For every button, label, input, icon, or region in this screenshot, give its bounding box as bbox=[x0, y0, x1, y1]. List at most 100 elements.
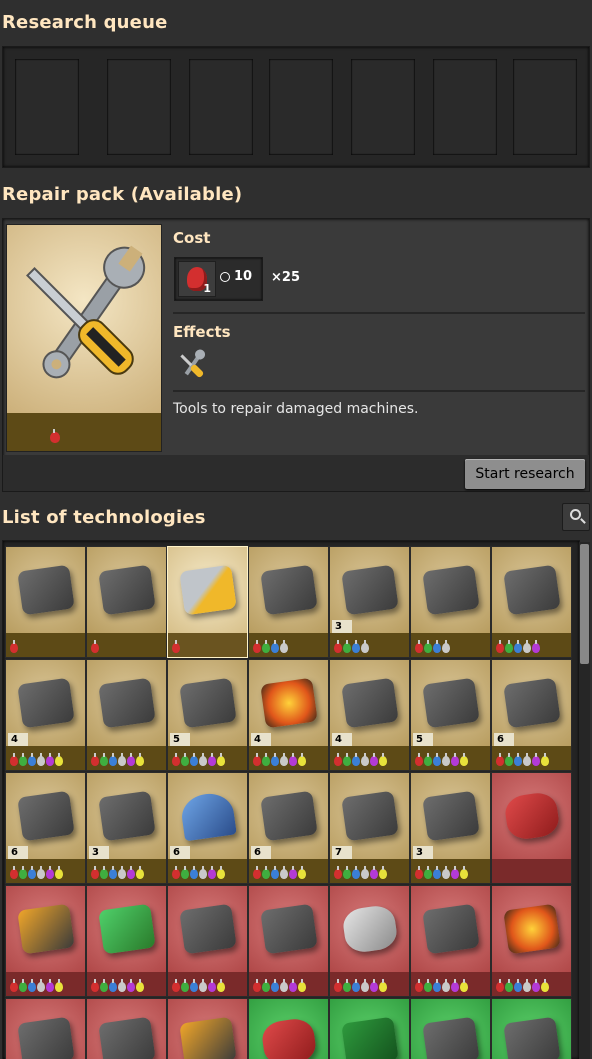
search-button[interactable] bbox=[562, 503, 590, 531]
tech-tile[interactable] bbox=[248, 546, 329, 658]
science-pack-icon bbox=[289, 979, 297, 992]
queue-slot[interactable] bbox=[351, 59, 415, 155]
tech-tile[interactable]: 5 bbox=[167, 659, 248, 771]
tech-tile[interactable]: 6 bbox=[491, 659, 572, 771]
repair-tools-icon bbox=[26, 245, 146, 379]
science-pack-icon bbox=[136, 866, 144, 879]
tech-level: 3 bbox=[332, 620, 352, 633]
tech-level: 6 bbox=[8, 846, 28, 859]
queue-slot[interactable] bbox=[433, 59, 497, 155]
tech-tile[interactable] bbox=[491, 546, 572, 658]
arm-icon bbox=[340, 790, 399, 842]
tech-tile[interactable] bbox=[491, 998, 572, 1059]
tech-cost-strip bbox=[6, 633, 85, 657]
tech-tile[interactable] bbox=[5, 885, 86, 997]
science-pack-icon bbox=[433, 979, 441, 992]
drone-icon bbox=[97, 790, 156, 842]
search-icon bbox=[570, 509, 581, 520]
science-pack-icon bbox=[19, 753, 27, 766]
tech-tile[interactable] bbox=[248, 885, 329, 997]
science-pack-icon bbox=[415, 640, 423, 653]
tech-tile[interactable] bbox=[329, 885, 410, 997]
tech-tile[interactable]: 4 bbox=[248, 659, 329, 771]
science-pack-icon bbox=[505, 640, 513, 653]
research-queue-title: Research queue bbox=[2, 12, 168, 33]
tech-cost-strip bbox=[330, 633, 409, 657]
tech-tile[interactable] bbox=[86, 885, 167, 997]
tech-tile[interactable]: 6 bbox=[167, 772, 248, 884]
tech-tile[interactable] bbox=[86, 998, 167, 1059]
repair-pack-effect-icon[interactable] bbox=[173, 349, 211, 383]
tech-tile[interactable] bbox=[86, 546, 167, 658]
science-pack-icon bbox=[352, 640, 360, 653]
tech-tile[interactable]: 4 bbox=[329, 659, 410, 771]
start-research-button[interactable]: Start research bbox=[465, 459, 585, 489]
tech-tile[interactable]: 4 bbox=[5, 659, 86, 771]
queue-slot[interactable] bbox=[107, 59, 171, 155]
tech-tile[interactable] bbox=[410, 885, 491, 997]
tech-tile[interactable]: 6 bbox=[248, 772, 329, 884]
tech-tile[interactable]: 3 bbox=[410, 772, 491, 884]
science-pack-icon bbox=[55, 753, 63, 766]
queue-slot[interactable] bbox=[189, 59, 253, 155]
science-pack-icon bbox=[19, 979, 27, 992]
dome-icon bbox=[178, 790, 237, 842]
tech-tile[interactable] bbox=[5, 998, 86, 1059]
cost-box: 1 10 bbox=[174, 257, 263, 301]
tech-tile[interactable] bbox=[167, 998, 248, 1059]
science-pack-icon bbox=[55, 979, 63, 992]
scrollbar-thumb[interactable] bbox=[580, 544, 589, 664]
tech-description: Tools to repair damaged machines. bbox=[173, 401, 419, 417]
tech-tile[interactable] bbox=[491, 885, 572, 997]
science-pack-icon bbox=[361, 640, 369, 653]
science-pack-icon bbox=[46, 866, 54, 879]
science-pack-icon bbox=[253, 866, 261, 879]
science-pack-icon bbox=[28, 866, 36, 879]
tech-detail-panel: Cost 1 10 ×25 Effects Tools to repair da… bbox=[2, 218, 590, 492]
queue-slot[interactable] bbox=[269, 59, 333, 155]
science-pack-icon bbox=[37, 979, 45, 992]
tech-tile[interactable]: 7 bbox=[329, 772, 410, 884]
tech-tile[interactable]: 3 bbox=[86, 772, 167, 884]
science-pack-icon bbox=[91, 640, 99, 653]
science-pack-icon bbox=[541, 979, 549, 992]
capsule-icon bbox=[502, 790, 561, 842]
science-pack-icon bbox=[46, 753, 54, 766]
tech-tile[interactable] bbox=[329, 998, 410, 1059]
tech-tile[interactable] bbox=[86, 659, 167, 771]
science-pack-icon bbox=[352, 753, 360, 766]
science-pack-icon bbox=[127, 866, 135, 879]
science-pack-icon bbox=[190, 979, 198, 992]
science-pack-icon bbox=[91, 866, 99, 879]
tech-tile[interactable] bbox=[167, 546, 248, 658]
cost-pack-slot[interactable]: 1 bbox=[178, 261, 216, 297]
tech-tile[interactable] bbox=[410, 546, 491, 658]
cost-label: Cost bbox=[173, 229, 211, 247]
tech-tile[interactable]: 3 bbox=[329, 546, 410, 658]
science-pack-icon bbox=[37, 866, 45, 879]
tech-tile[interactable] bbox=[167, 885, 248, 997]
science-pack-icon bbox=[442, 866, 450, 879]
tech-icon-large bbox=[6, 224, 162, 452]
science-pack-icon bbox=[415, 979, 423, 992]
soldier-icon bbox=[178, 1016, 237, 1059]
tech-tile[interactable] bbox=[491, 772, 572, 884]
science-pack-icon bbox=[262, 866, 270, 879]
tech-cost-strip bbox=[492, 746, 571, 770]
cost-time: 10 bbox=[234, 269, 253, 284]
tech-tile[interactable]: 5 bbox=[410, 659, 491, 771]
tech-tile[interactable]: 6 bbox=[5, 772, 86, 884]
queue-slot[interactable] bbox=[15, 59, 79, 155]
science-pack-icon bbox=[271, 753, 279, 766]
rocket-icon bbox=[16, 790, 75, 842]
tech-tile[interactable] bbox=[410, 998, 491, 1059]
science-pack-icon bbox=[127, 979, 135, 992]
tech-tile[interactable] bbox=[5, 546, 86, 658]
science-pack-icon bbox=[298, 866, 306, 879]
tech-tile[interactable] bbox=[248, 998, 329, 1059]
queue-slot[interactable] bbox=[513, 59, 577, 155]
robot-worker-icon bbox=[421, 564, 480, 616]
tech-list-scrollbar[interactable] bbox=[579, 542, 590, 1059]
science-pack-icon bbox=[208, 866, 216, 879]
science-pack-icon bbox=[46, 979, 54, 992]
